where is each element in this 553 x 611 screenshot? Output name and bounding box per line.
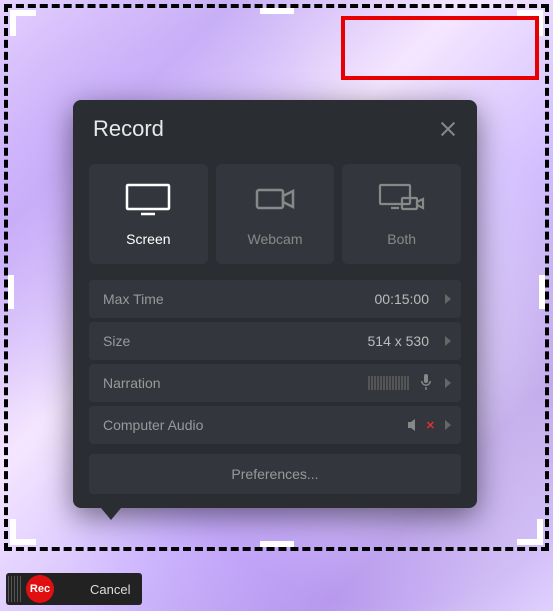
- webcam-icon: [251, 182, 299, 221]
- setting-max-time[interactable]: Max Time 00:15:00: [89, 280, 461, 318]
- size-value: 514 x 530: [368, 333, 430, 349]
- both-icon: [378, 182, 426, 221]
- preferences-button[interactable]: Preferences...: [89, 454, 461, 494]
- record-label: Rec: [30, 583, 50, 595]
- resize-handle-bottom[interactable]: [260, 541, 294, 547]
- recorder-toolbar: Rec Cancel: [6, 573, 142, 605]
- cancel-button[interactable]: Cancel: [84, 582, 136, 597]
- speaker-muted-icon: ✕: [406, 416, 435, 434]
- microphone-icon: [417, 373, 435, 394]
- chevron-right-icon: [445, 378, 451, 388]
- mode-webcam[interactable]: Webcam: [216, 164, 335, 264]
- computer-audio-label: Computer Audio: [103, 417, 406, 433]
- resize-handle-br[interactable]: [517, 519, 543, 545]
- max-time-value: 00:15:00: [375, 291, 430, 307]
- mode-screen-label: Screen: [126, 231, 170, 247]
- mode-screen[interactable]: Screen: [89, 164, 208, 264]
- annotation-highlight-box: [341, 16, 539, 80]
- cancel-label: Cancel: [90, 582, 130, 597]
- size-label: Size: [103, 333, 368, 349]
- chevron-right-icon: [445, 294, 451, 304]
- drag-grip-icon[interactable]: [8, 576, 22, 602]
- record-button[interactable]: Rec: [26, 575, 54, 603]
- resize-handle-right[interactable]: [539, 275, 545, 309]
- panel-pointer-tail: [101, 508, 121, 520]
- resize-handle-left[interactable]: [8, 275, 14, 309]
- settings-button[interactable]: [58, 578, 80, 600]
- record-panel: Record Screen Webcam: [73, 100, 477, 508]
- setting-size[interactable]: Size 514 x 530: [89, 322, 461, 360]
- chevron-right-icon: [445, 420, 451, 430]
- resize-handle-top[interactable]: [260, 8, 294, 14]
- mode-webcam-label: Webcam: [248, 231, 303, 247]
- audio-level-meter: [368, 376, 409, 390]
- panel-title: Record: [93, 116, 164, 142]
- chevron-right-icon: [445, 336, 451, 346]
- preferences-label: Preferences...: [231, 466, 318, 482]
- setting-computer-audio[interactable]: Computer Audio ✕: [89, 406, 461, 444]
- close-button[interactable]: [439, 120, 457, 138]
- resize-handle-bl[interactable]: [10, 519, 36, 545]
- mode-both[interactable]: Both: [342, 164, 461, 264]
- resize-handle-tl[interactable]: [10, 10, 36, 36]
- mode-both-label: Both: [387, 231, 416, 247]
- monitor-icon: [124, 182, 172, 221]
- setting-narration[interactable]: Narration: [89, 364, 461, 402]
- max-time-label: Max Time: [103, 291, 375, 307]
- narration-label: Narration: [103, 375, 368, 391]
